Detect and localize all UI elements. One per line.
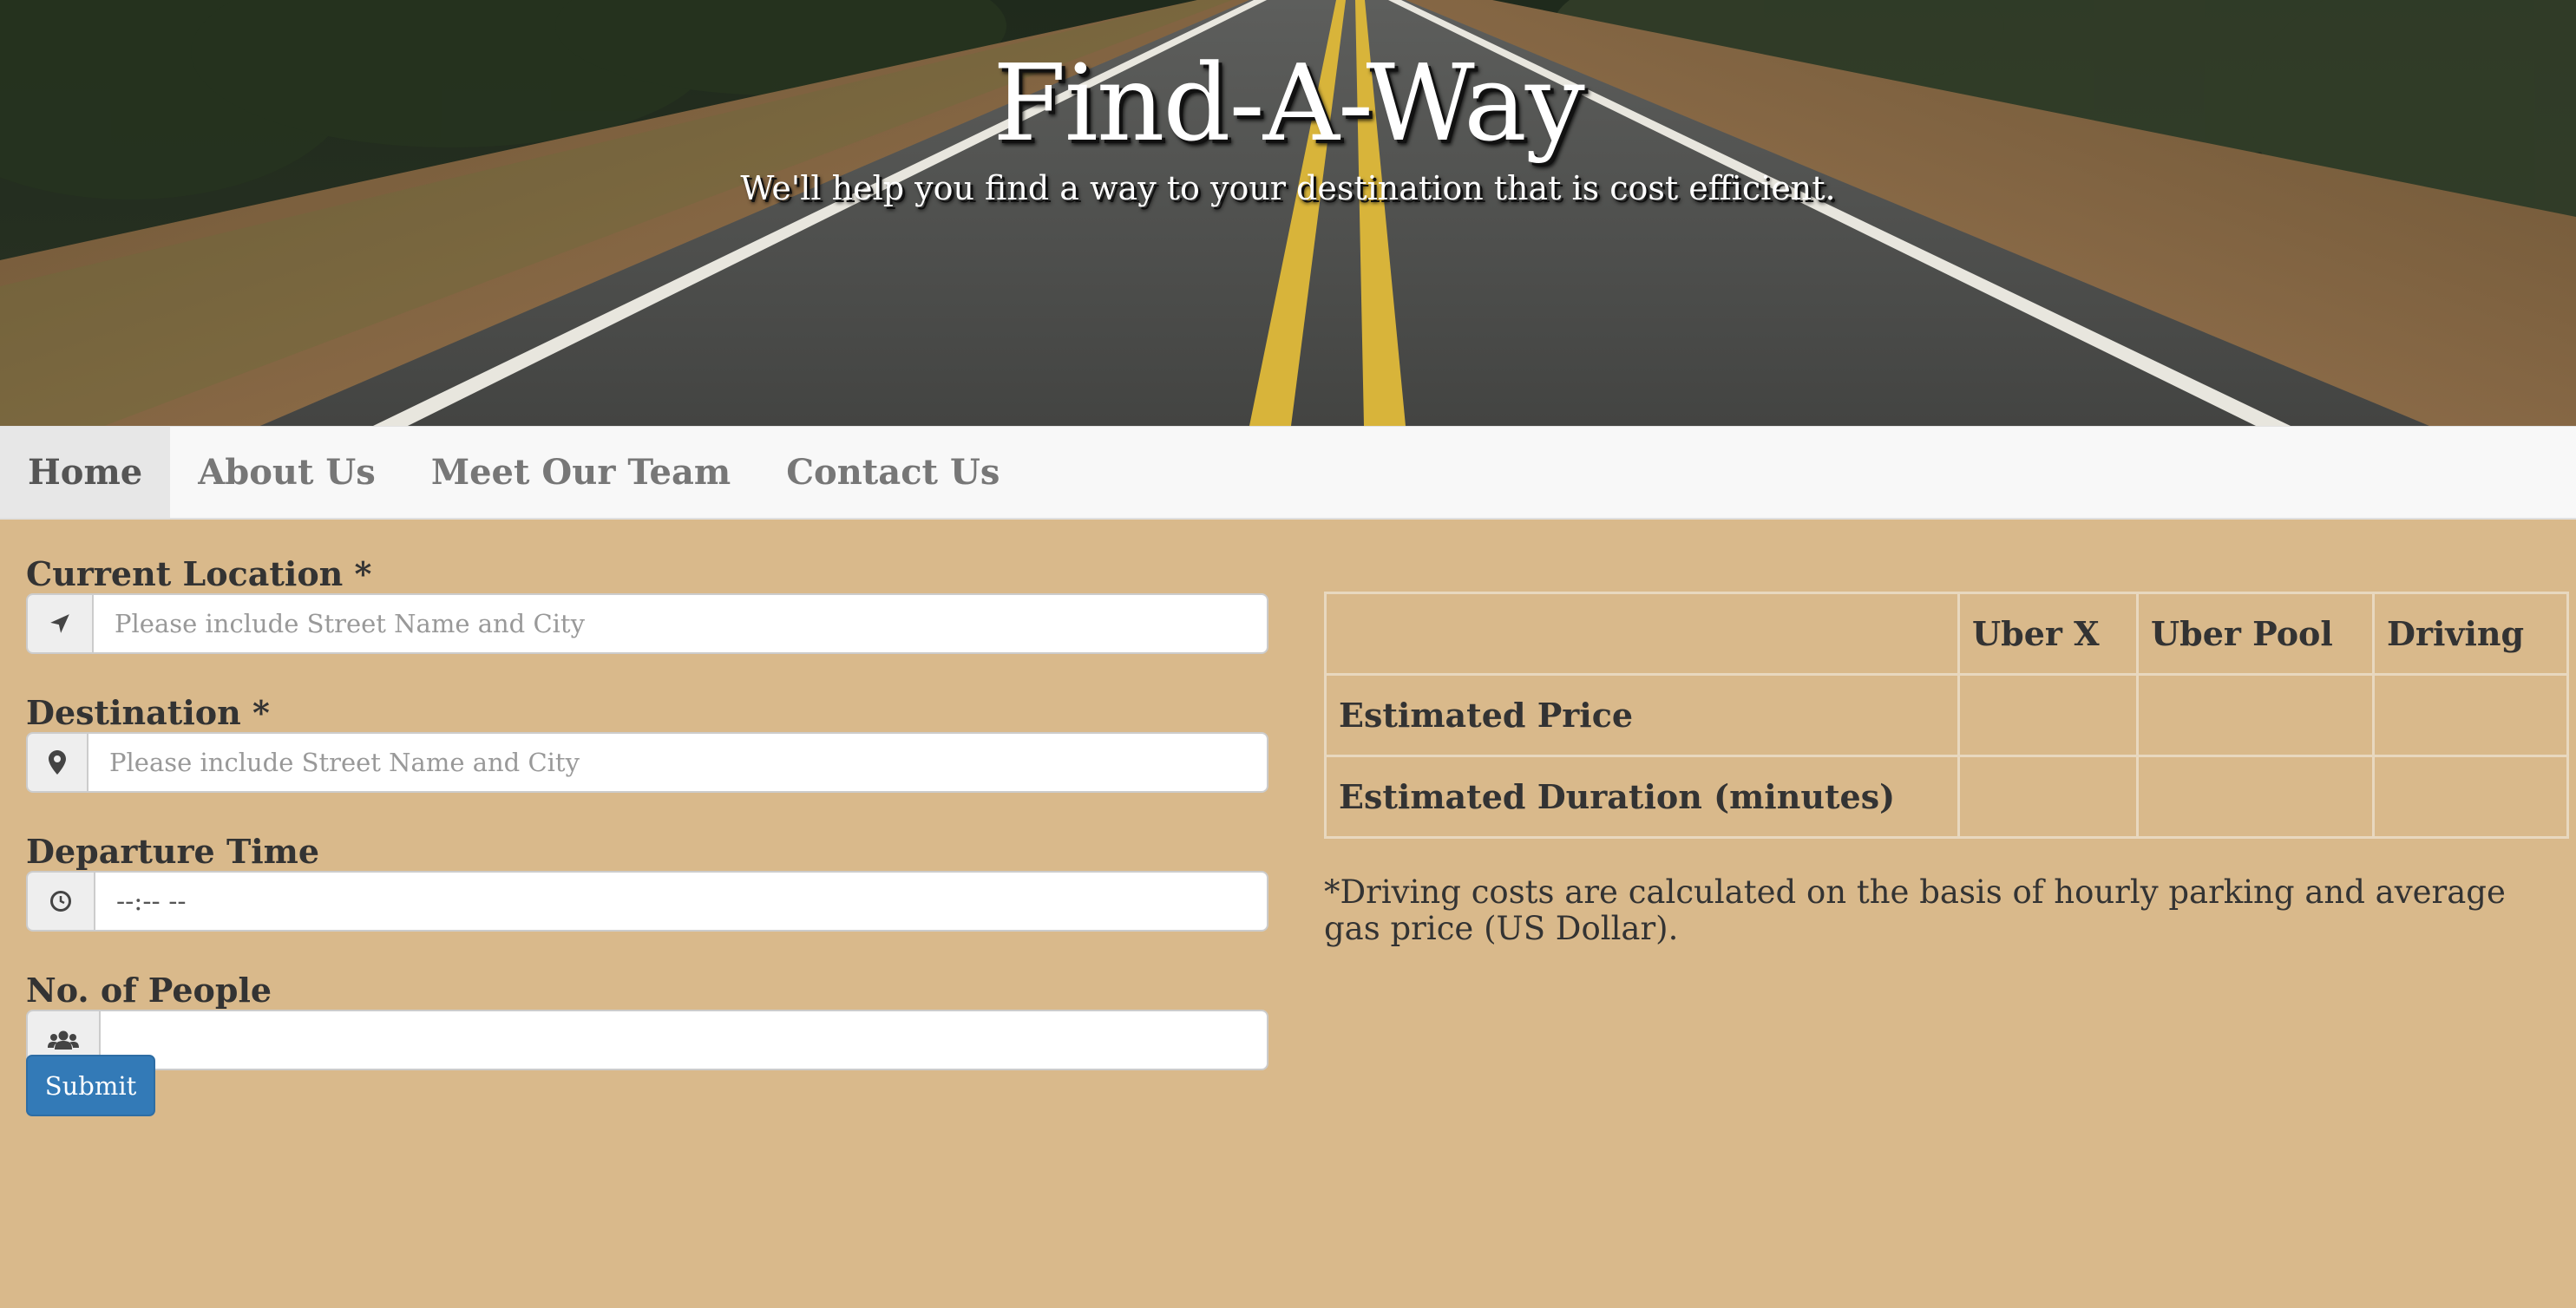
price-uber-pool-cell: [2136, 673, 2375, 757]
destination-input[interactable]: [87, 732, 1268, 793]
table-header-uber-x: Uber X: [1957, 592, 2139, 676]
destination-group: [26, 732, 1268, 793]
site-tagline: We'll help you find a way to your destin…: [740, 169, 1836, 207]
table-header-driving: Driving: [2372, 592, 2569, 676]
nav-item-meet-our-team[interactable]: Meet Our Team: [403, 427, 758, 518]
people-count-input[interactable]: [99, 1010, 1268, 1070]
current-location-input[interactable]: [92, 593, 1268, 654]
submit-button[interactable]: Submit: [26, 1055, 155, 1116]
departure-time-input[interactable]: --:-- --: [94, 871, 1268, 932]
row-label-estimated-price: Estimated Price: [1324, 673, 1960, 757]
table-header-uber-pool: Uber Pool: [2136, 592, 2375, 676]
nav-item-contact-us[interactable]: Contact Us: [758, 427, 1027, 518]
site-title: Find-A-Way: [993, 42, 1585, 165]
departure-time-label: Departure Time: [26, 832, 320, 871]
destination-label: Destination *: [26, 693, 270, 732]
nav-item-home[interactable]: Home: [0, 427, 171, 518]
departure-time-group: --:-- --: [26, 871, 1268, 932]
main-navbar: Home About Us Meet Our Team Contact Us: [0, 426, 2576, 520]
hero-banner: Find-A-Way We'll help you find a way to …: [0, 0, 2576, 426]
map-marker-icon: [26, 732, 87, 793]
people-count-group: [26, 1010, 1268, 1070]
table-row: Estimated Price: [1324, 673, 2569, 757]
table-header-row: Uber X Uber Pool Driving: [1324, 592, 2569, 676]
table-row: Estimated Duration (minutes): [1324, 755, 2569, 839]
duration-uber-pool-cell: [2136, 755, 2375, 839]
results-table-wrapper: Uber X Uber Pool Driving Estimated Price…: [1324, 592, 2569, 839]
row-label-estimated-duration: Estimated Duration (minutes): [1324, 755, 1960, 839]
people-count-label: No. of People: [26, 971, 272, 1010]
trip-form: Current Location * Destination * Departu…: [26, 546, 1268, 1116]
driving-cost-footnote: *Driving costs are calculated on the bas…: [1324, 873, 2506, 947]
price-uber-x-cell: [1957, 673, 2139, 757]
current-location-label: Current Location *: [26, 554, 372, 593]
table-header-cell-empty: [1324, 592, 1960, 676]
current-location-group: [26, 593, 1268, 654]
duration-uber-x-cell: [1957, 755, 2139, 839]
location-arrow-icon: [26, 593, 92, 654]
duration-driving-cell: [2372, 755, 2569, 839]
clock-icon: [26, 871, 94, 932]
price-driving-cell: [2372, 673, 2569, 757]
nav-item-about-us[interactable]: About Us: [170, 427, 403, 518]
cost-comparison-table: Uber X Uber Pool Driving Estimated Price…: [1324, 592, 2569, 839]
